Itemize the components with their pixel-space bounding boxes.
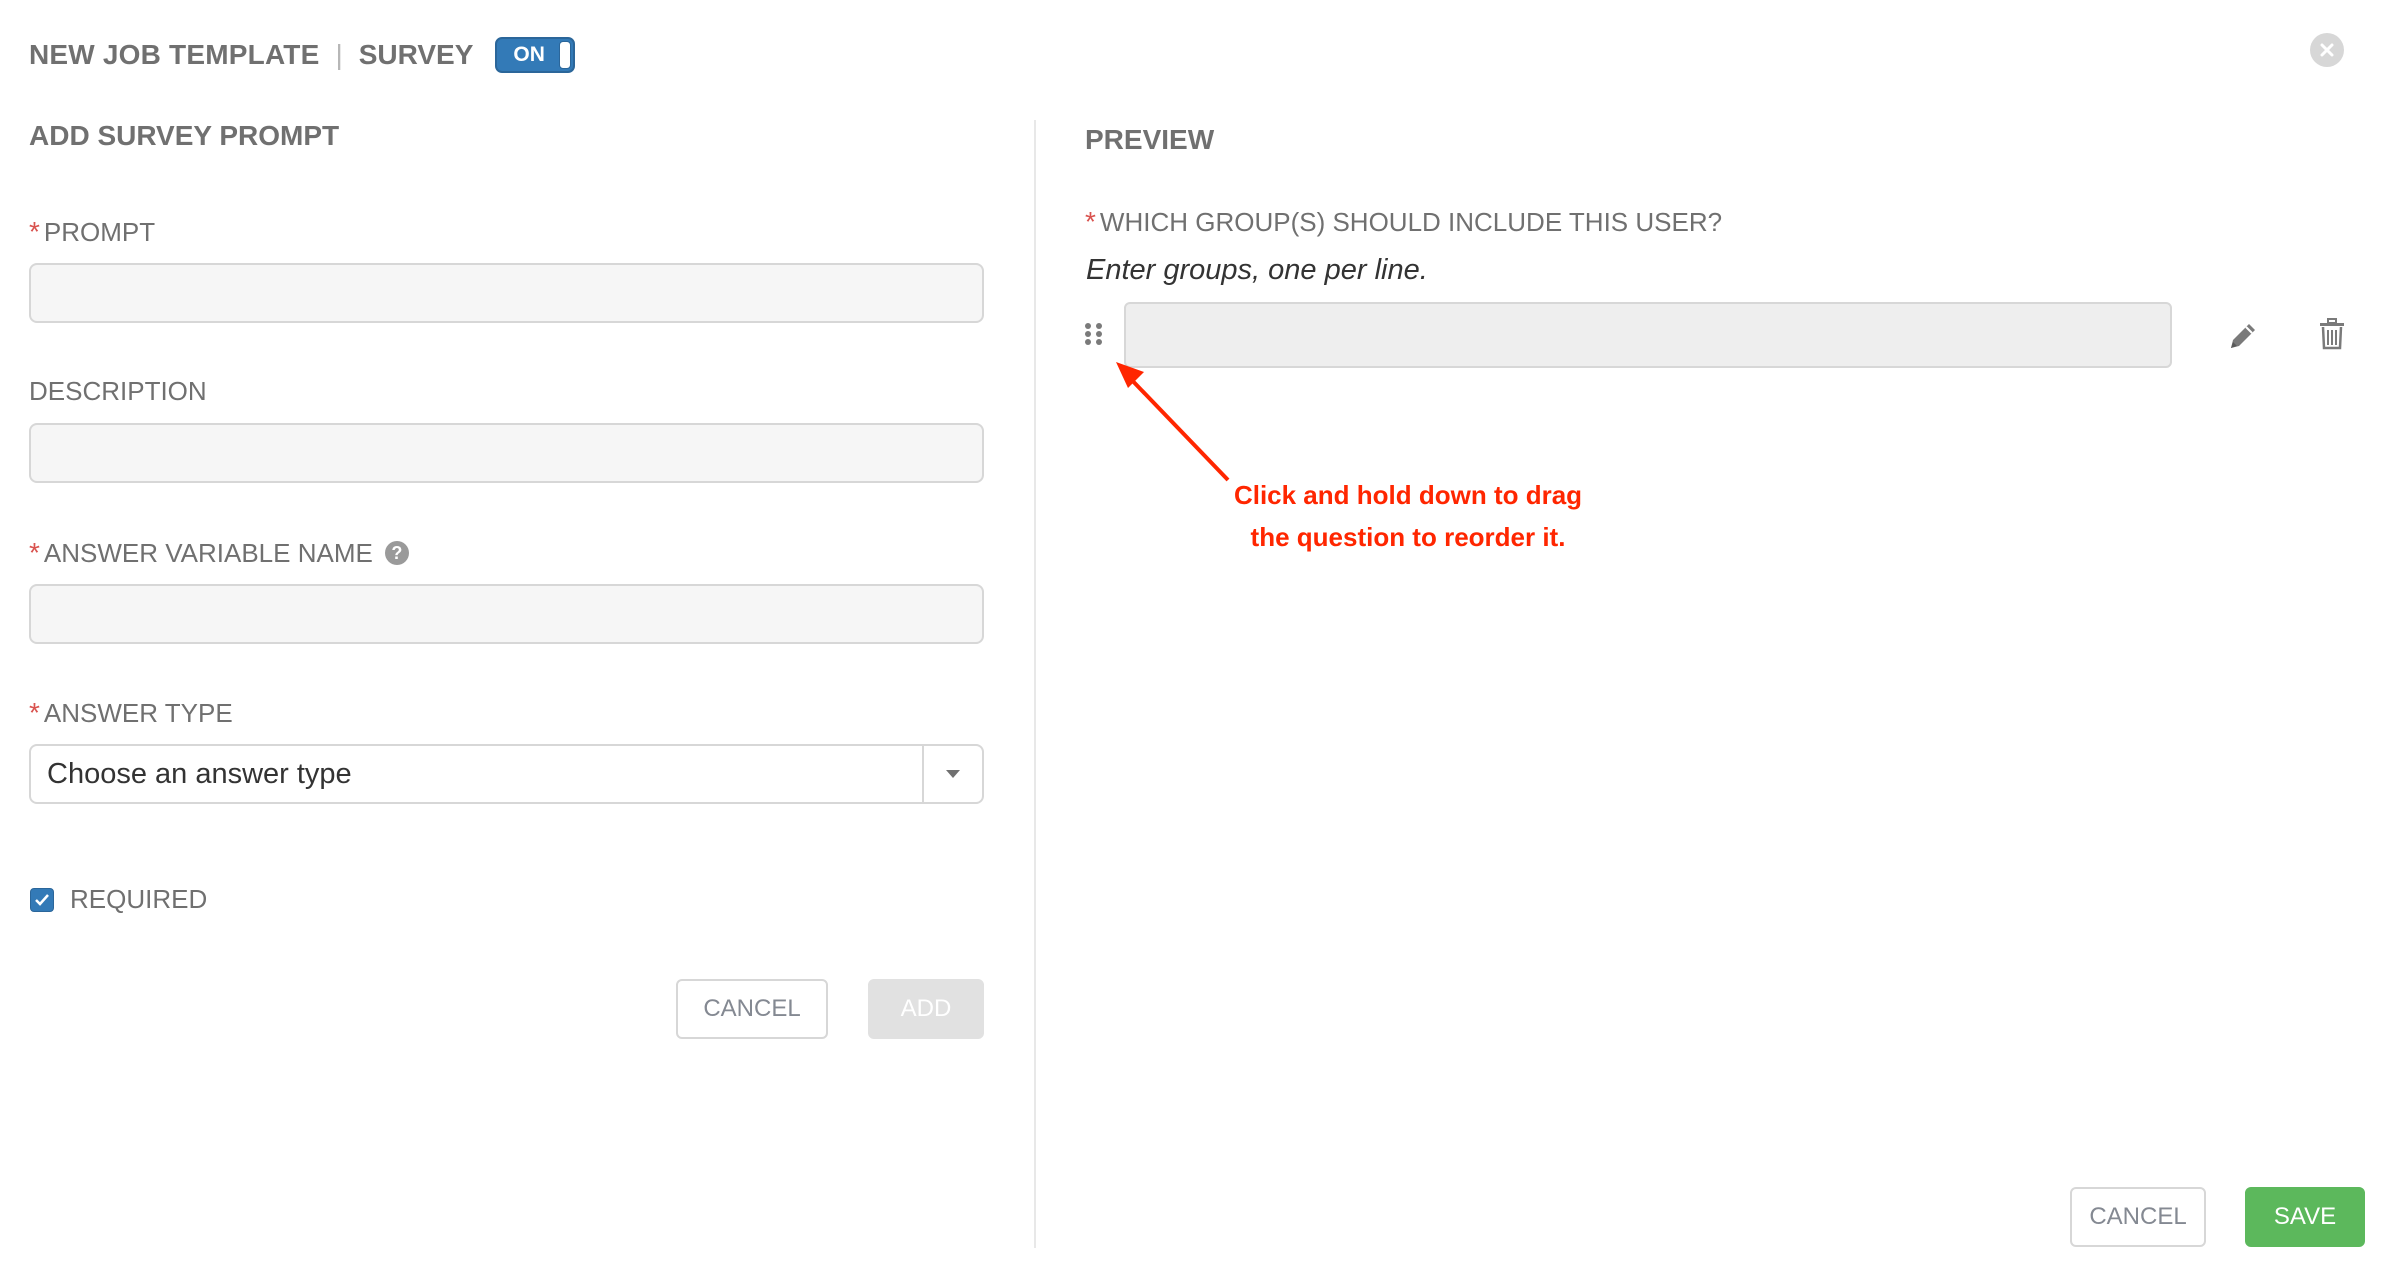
page-title: NEW JOB TEMPLATE — [29, 39, 320, 70]
title-separator: | — [335, 39, 343, 70]
description-label: DESCRIPTION — [29, 376, 207, 407]
pencil-icon[interactable] — [2227, 320, 2259, 352]
form-title: ADD SURVEY PROMPT — [29, 120, 340, 151]
variable-name-label: * ANSWER VARIABLE NAME ? — [29, 537, 409, 569]
answer-type-select[interactable]: Choose an answer type — [29, 744, 984, 804]
close-icon — [2320, 43, 2334, 57]
required-checkbox[interactable] — [30, 887, 54, 912]
close-button[interactable] — [2310, 33, 2344, 67]
preview-question-hint: Enter groups, one per line. — [1086, 254, 1428, 286]
prompt-input[interactable] — [29, 263, 984, 323]
survey-toggle[interactable]: ON — [495, 37, 576, 73]
required-checkbox-row: REQUIRED — [30, 884, 207, 915]
required-marker: * — [29, 697, 40, 728]
toggle-knob — [559, 41, 572, 69]
variable-name-input[interactable] — [29, 584, 984, 644]
trash-icon[interactable] — [2318, 318, 2346, 350]
required-marker: * — [29, 537, 40, 568]
variable-name-label-text: ANSWER VARIABLE NAME — [43, 537, 373, 568]
drag-handle-icon[interactable] — [1083, 322, 1105, 346]
answer-type-value: Choose an answer type — [47, 757, 352, 790]
answer-type-label: * ANSWER TYPE — [29, 697, 233, 729]
checkmark-icon — [35, 893, 49, 906]
preview-answer-textarea — [1124, 302, 2172, 368]
description-label-text: DESCRIPTION — [29, 376, 207, 406]
cancel-button[interactable]: CANCEL — [2070, 1187, 2206, 1247]
form-cancel-button[interactable]: CANCEL — [676, 979, 828, 1039]
annotation-line-2: the question to reorder it. — [1250, 522, 1566, 552]
chevron-down-icon[interactable] — [922, 746, 982, 802]
preview-title: PREVIEW — [1085, 124, 1215, 155]
add-survey-prompt-form: ADD SURVEY PROMPT * PROMPT DESCRIPTION *… — [29, 120, 984, 1039]
add-button[interactable]: ADD — [868, 979, 984, 1039]
required-marker: * — [1085, 206, 1096, 237]
help-icon[interactable]: ? — [384, 541, 409, 565]
section-title: SURVEY — [358, 39, 474, 70]
description-input[interactable] — [29, 423, 984, 483]
modal-header: NEW JOB TEMPLATE | SURVEY ON — [29, 30, 576, 80]
required-label: REQUIRED — [70, 884, 208, 914]
drag-annotation: Click and hold down to drag the question… — [1188, 474, 1628, 558]
prompt-label-text: PROMPT — [43, 216, 156, 247]
toggle-label: ON — [513, 43, 545, 66]
annotation-line-1: Click and hold down to drag — [1233, 480, 1583, 510]
survey-editor: NEW JOB TEMPLATE | SURVEY ON ADD SURVEY … — [0, 0, 2382, 1278]
prompt-label: * PROMPT — [29, 216, 155, 248]
panel-divider — [1034, 120, 1036, 1248]
save-button[interactable]: SAVE — [2245, 1187, 2365, 1247]
answer-type-label-text: ANSWER TYPE — [43, 697, 233, 728]
preview-question-label: * WHICH GROUP(S) SHOULD INCLUDE THIS USE… — [1085, 206, 1722, 238]
required-marker: * — [29, 216, 40, 247]
preview-question-text: WHICH GROUP(S) SHOULD INCLUDE THIS USER? — [1099, 206, 1723, 237]
